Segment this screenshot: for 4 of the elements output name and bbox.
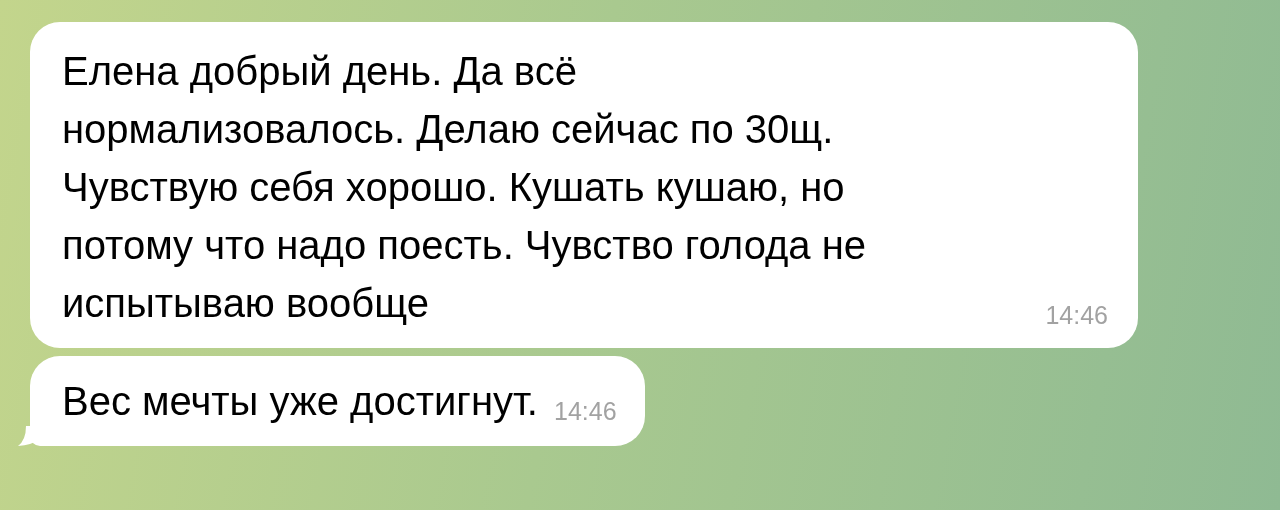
- message-text: Вес мечты уже достигнут.: [62, 378, 538, 425]
- message-time: 14:46: [554, 397, 617, 426]
- message-text: Елена добрый день. Да всё нормализовалось. Делаю сейчас по 30щ. Чувствую себя хорошо. Кушать кушаю, но потому что надо поесть. Чувство голода не испытываю вообще: [62, 48, 867, 327]
- message-time: 14:46: [1045, 301, 1108, 330]
